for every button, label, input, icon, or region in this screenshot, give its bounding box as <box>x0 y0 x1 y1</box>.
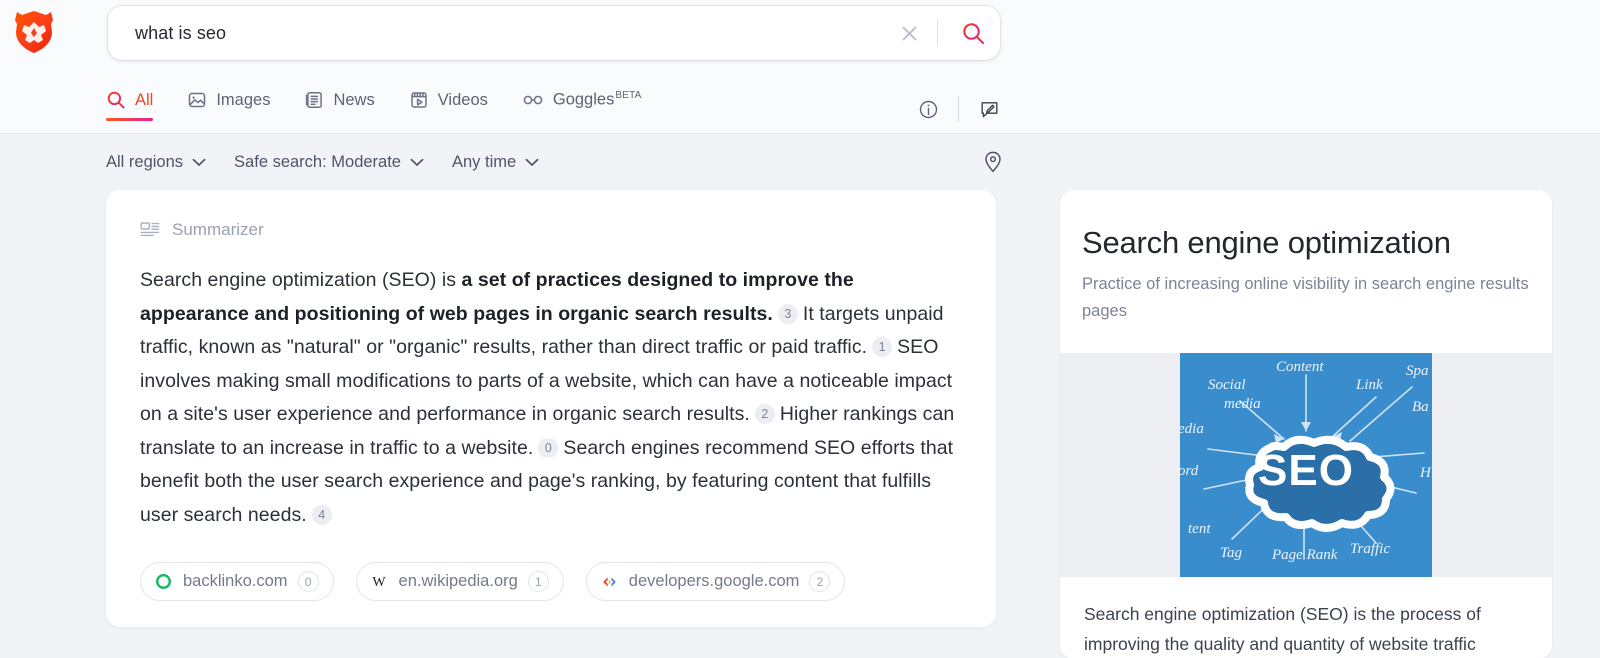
infobox-image-band: SEO Social media Content Link Spa edia B… <box>1060 353 1552 577</box>
svg-text:Social: Social <box>1208 377 1246 393</box>
svg-text:Content: Content <box>1276 359 1324 375</box>
brave-lion-logo[interactable] <box>14 10 54 54</box>
svg-text:Link: Link <box>1355 377 1383 393</box>
search-tabs: All Images News Videos GogglesBETA <box>106 86 676 121</box>
svg-text:edia: edia <box>1180 421 1204 437</box>
filter-region-label: All regions <box>106 152 184 171</box>
tab-goggles-badge: BETA <box>615 90 642 102</box>
source-chip[interactable]: developers.google.com 2 <box>585 562 846 601</box>
svg-text:Tag: Tag <box>1220 545 1242 561</box>
main-content: Summarizer Search engine optimization (S… <box>0 190 1600 658</box>
search-icon <box>107 91 125 109</box>
source-chip[interactable]: W en.wikipedia.org 1 <box>355 562 564 601</box>
summary-seg-0: Search engine optimization (SEO) is <box>140 269 462 291</box>
tools-divider <box>958 96 959 122</box>
citation-badge[interactable]: 0 <box>538 437 559 458</box>
filter-safesearch-label: Safe search: Moderate <box>234 152 401 171</box>
tab-videos[interactable]: Videos <box>409 86 488 121</box>
chevron-down-icon <box>192 158 206 166</box>
goggles-icon <box>523 95 543 105</box>
summarizer-text: Search engine optimization (SEO) is a se… <box>140 264 962 532</box>
search-divider <box>937 20 938 46</box>
svg-text:H: H <box>1419 465 1432 481</box>
citation-badge[interactable]: 3 <box>777 303 798 324</box>
source-number: 2 <box>809 571 831 592</box>
source-number: 1 <box>527 571 549 592</box>
chevron-down-icon <box>525 158 539 166</box>
infobox-title: Search engine optimization <box>1082 225 1451 260</box>
summarizer-header: Summarizer <box>140 220 962 240</box>
source-chip[interactable]: backlinko.com 0 <box>140 562 334 601</box>
search-icon[interactable] <box>946 11 1000 55</box>
filter-safesearch[interactable]: Safe search: Moderate <box>234 153 424 172</box>
citation-badge[interactable]: 2 <box>754 404 775 424</box>
citation-badge[interactable]: 4 <box>311 504 332 525</box>
page-header: All Images News <box>0 0 1600 134</box>
svg-text:ord: ord <box>1180 463 1199 479</box>
chevron-down-icon <box>410 158 424 166</box>
svg-text:Page Rank: Page Rank <box>1271 547 1338 563</box>
filter-region[interactable]: All regions <box>106 153 206 172</box>
filter-time[interactable]: Any time <box>452 153 539 172</box>
tab-videos-label: Videos <box>437 90 488 109</box>
tab-images-label: Images <box>216 90 271 109</box>
infobox-description: Search engine optimization (SEO) is the … <box>1084 604 1481 654</box>
backlinko-favicon <box>154 572 173 591</box>
image-icon <box>189 92 206 108</box>
source-name: en.wikipedia.org <box>398 572 518 590</box>
source-name: developers.google.com <box>628 572 800 590</box>
video-icon <box>410 92 427 108</box>
svg-text:Spa: Spa <box>1406 363 1429 379</box>
tab-news-label: News <box>333 90 375 109</box>
wikipedia-favicon: W <box>370 572 389 591</box>
filter-time-label: Any time <box>451 152 517 171</box>
tab-images[interactable]: Images <box>187 86 270 121</box>
location-pin-icon[interactable] <box>978 147 1008 177</box>
summarizer-card: Summarizer Search engine optimization (S… <box>106 190 996 627</box>
tab-news[interactable]: News <box>304 86 375 121</box>
source-number: 0 <box>297 571 319 592</box>
google-developers-favicon <box>600 572 619 591</box>
header-tools <box>909 92 1008 126</box>
tab-all-label: All <box>135 90 154 109</box>
svg-text:SEO: SEO <box>1258 446 1354 495</box>
summarizer-sources: backlinko.com 0 W en.wikipedia.org 1 dev… <box>140 562 962 601</box>
svg-text:Traffic: Traffic <box>1350 541 1390 557</box>
summarizer-icon <box>140 222 160 237</box>
tab-goggles-label: Goggles <box>552 90 615 109</box>
citation-badge[interactable]: 1 <box>872 337 893 357</box>
info-icon[interactable] <box>909 92 947 126</box>
close-icon[interactable] <box>889 13 929 53</box>
search-bar[interactable] <box>108 6 1000 60</box>
source-name: backlinko.com <box>183 572 288 590</box>
tab-goggles[interactable]: GogglesBETA <box>522 86 642 121</box>
svg-text:Ba: Ba <box>1412 399 1429 415</box>
filter-bar: All regions Safe search: Moderate Any ti… <box>0 134 1600 190</box>
feedback-icon[interactable] <box>970 92 1008 126</box>
knowledge-infobox: Search engine optimization Practice of i… <box>1060 190 1552 658</box>
infobox-subtitle: Practice of increasing online visibility… <box>1082 275 1529 320</box>
svg-text:tent: tent <box>1188 521 1211 537</box>
seo-mindmap-image[interactable]: SEO Social media Content Link Spa edia B… <box>1180 353 1432 577</box>
svg-text:W: W <box>372 575 386 590</box>
newspaper-icon <box>306 92 323 108</box>
search-input[interactable] <box>108 22 889 44</box>
tab-all[interactable]: All <box>106 86 154 121</box>
summarizer-label: Summarizer <box>172 220 264 239</box>
svg-text:media: media <box>1224 396 1261 412</box>
infobox-header: Search engine optimization Practice of i… <box>1060 190 1552 353</box>
active-tab-underline <box>106 118 154 121</box>
